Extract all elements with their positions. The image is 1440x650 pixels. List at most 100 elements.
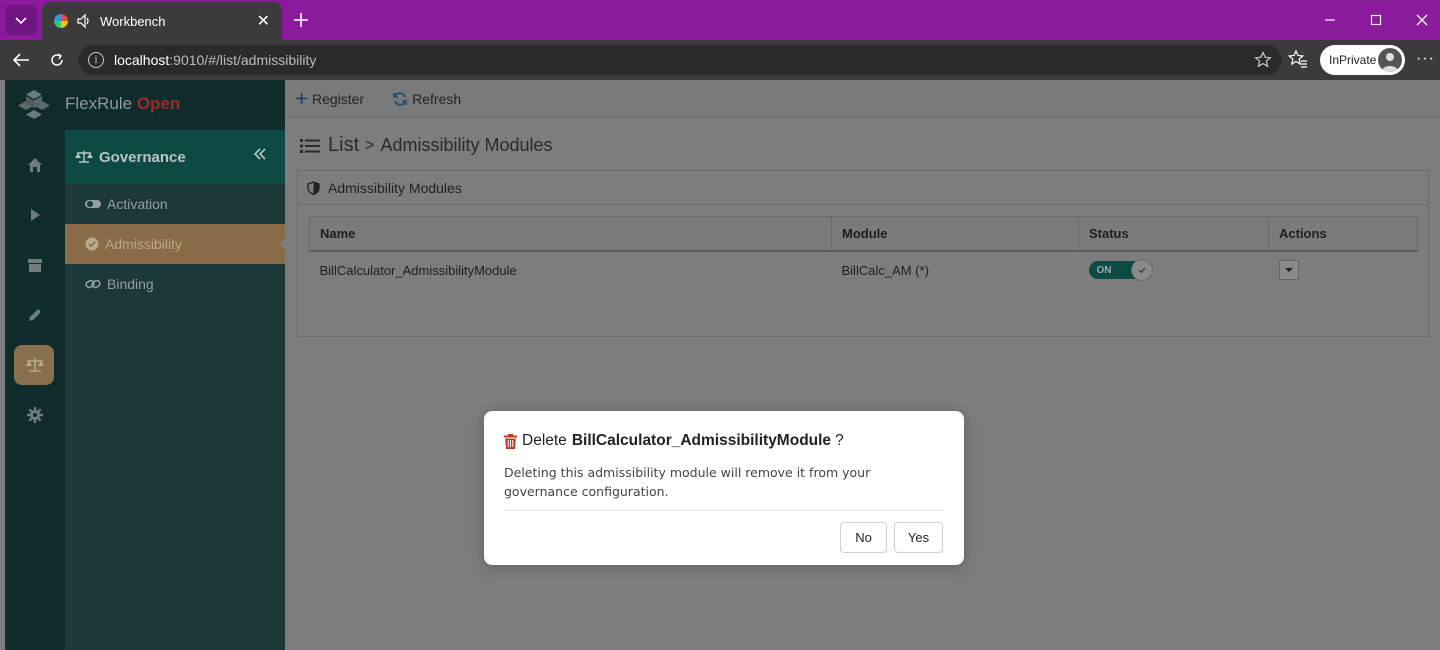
nav-run[interactable] bbox=[5, 195, 65, 235]
column-header-module[interactable]: Module bbox=[831, 216, 1079, 252]
minimize-button[interactable] bbox=[1307, 0, 1353, 40]
governance-icon bbox=[26, 358, 44, 372]
status-toggle-label: ON bbox=[1096, 264, 1112, 276]
dialog-title: Delete BillCalculator_AdmissibilityModul… bbox=[504, 432, 844, 450]
reload-icon bbox=[51, 53, 63, 66]
cell-name: BillCalculator_AdmissibilityModule bbox=[319, 262, 517, 278]
minimize-icon bbox=[1325, 19, 1335, 21]
profile-label: InPrivate bbox=[1329, 53, 1377, 67]
tab-title: Workbench bbox=[100, 13, 166, 29]
breadcrumb-current: Admissibility Modules bbox=[380, 135, 553, 155]
delete-confirmation-dialog: Delete BillCalculator_AdmissibilityModul… bbox=[484, 411, 964, 565]
trash-icon bbox=[504, 433, 517, 449]
favorite-star-icon[interactable] bbox=[1254, 51, 1272, 72]
modules-table: Name Module Status Actions BillCalculato… bbox=[309, 216, 1418, 289]
submenu-item-label: Binding bbox=[107, 276, 154, 292]
status-toggle[interactable]: ON bbox=[1088, 259, 1153, 281]
brand-accent: Open bbox=[136, 94, 181, 113]
caret-down-icon bbox=[1284, 268, 1293, 272]
close-window-button[interactable] bbox=[1399, 0, 1440, 40]
register-button[interactable]: Register bbox=[295, 91, 364, 107]
panel-header: Admissibility Modules bbox=[298, 171, 1428, 205]
chevron-down-icon bbox=[15, 17, 27, 25]
nav-archive[interactable] bbox=[5, 245, 65, 285]
archive-icon bbox=[28, 259, 42, 272]
dialog-title-target: BillCalculator_AdmissibilityModule bbox=[571, 432, 832, 449]
submenu-item-binding[interactable]: Binding bbox=[65, 264, 285, 304]
breadcrumb: List > Admissibility Modules bbox=[300, 134, 553, 157]
column-header-status[interactable]: Status bbox=[1078, 216, 1269, 252]
dialog-title-suffix: ? bbox=[835, 432, 844, 449]
close-tab-icon[interactable]: ✕ bbox=[257, 11, 270, 31]
icon-rail bbox=[5, 80, 65, 650]
dialog-title-prefix: Delete bbox=[522, 432, 567, 449]
dialog-message-line: governance configuration. bbox=[504, 484, 669, 499]
url-path: :9010/#/list/admissibility bbox=[169, 52, 317, 68]
table-row[interactable]: BillCalculator_AdmissibilityModule BillC… bbox=[310, 251, 1418, 289]
submenu-item-label: Activation bbox=[107, 196, 168, 212]
panel-title: Admissibility Modules bbox=[328, 179, 462, 196]
submenu-title: Governance bbox=[99, 148, 186, 166]
url-field[interactable]: i localhost:9010/#/list/admissibility bbox=[78, 45, 1282, 75]
flexrule-logo-icon bbox=[18, 90, 50, 119]
refresh-icon bbox=[392, 91, 408, 107]
close-icon bbox=[1416, 14, 1428, 26]
dialog-message: Deleting this admissibility module will … bbox=[504, 463, 944, 501]
more-menu-icon[interactable]: ··· bbox=[1416, 50, 1435, 68]
browser-titlebar: Workbench ✕ bbox=[0, 0, 1440, 40]
cell-module: BillCalc_AM (*) bbox=[841, 262, 929, 278]
brand-bar: FlexRule Open bbox=[5, 80, 285, 130]
maximize-icon bbox=[1370, 14, 1382, 26]
refresh-label: Refresh bbox=[412, 90, 462, 107]
refresh-button[interactable]: Refresh bbox=[392, 91, 461, 107]
nav-settings[interactable] bbox=[5, 395, 65, 435]
actions-dropdown-button[interactable] bbox=[1278, 260, 1299, 280]
dialog-message-line: Deleting this admissibility module will … bbox=[504, 465, 871, 480]
nav-governance[interactable] bbox=[5, 345, 65, 385]
modules-panel: Admissibility Modules Name Module Status… bbox=[297, 170, 1429, 337]
breadcrumb-root[interactable]: List bbox=[328, 134, 359, 157]
link-icon bbox=[85, 277, 101, 291]
new-tab-button[interactable] bbox=[290, 9, 312, 31]
reload-button[interactable] bbox=[44, 48, 70, 72]
column-header-name[interactable]: Name bbox=[309, 216, 832, 252]
no-button[interactable]: No bbox=[840, 522, 887, 553]
browser-tab[interactable]: Workbench ✕ bbox=[42, 2, 282, 40]
toggle-icon bbox=[85, 198, 101, 210]
collapse-menu-icon[interactable] bbox=[253, 147, 267, 165]
pencil-icon bbox=[29, 309, 41, 321]
yes-button[interactable]: Yes bbox=[894, 522, 943, 553]
shield-icon bbox=[307, 180, 320, 195]
tab-actions-button[interactable] bbox=[5, 5, 37, 35]
plus-icon bbox=[295, 92, 308, 105]
cell-actions bbox=[1269, 251, 1418, 289]
url-host: localhost bbox=[114, 52, 170, 68]
submenu-item-admissibility[interactable]: Admissibility bbox=[65, 224, 285, 264]
favorites-icon[interactable] bbox=[1287, 49, 1308, 74]
dialog-divider bbox=[504, 510, 944, 511]
brand-name: FlexRule Open bbox=[65, 94, 181, 113]
address-bar-row: i localhost:9010/#/list/admissibility In… bbox=[0, 40, 1440, 80]
register-label: Register bbox=[312, 90, 365, 107]
column-header-actions: Actions bbox=[1268, 216, 1418, 252]
maximize-button[interactable] bbox=[1353, 0, 1399, 40]
submenu-item-activation[interactable]: Activation bbox=[65, 184, 285, 224]
check-circle-icon bbox=[85, 237, 99, 251]
nav-edit[interactable] bbox=[5, 295, 65, 335]
balance-scale-icon bbox=[75, 150, 93, 164]
site-info-icon[interactable]: i bbox=[88, 52, 104, 68]
submenu-item-label: Admissibility bbox=[105, 236, 183, 252]
breadcrumb-separator: > bbox=[365, 136, 375, 154]
submenu-header: Governance bbox=[65, 130, 285, 184]
back-button[interactable] bbox=[8, 48, 34, 72]
inprivate-profile-button[interactable]: InPrivate bbox=[1320, 45, 1405, 75]
gear-icon bbox=[27, 407, 43, 423]
speaker-icon[interactable] bbox=[76, 13, 92, 29]
home-icon bbox=[28, 158, 42, 172]
check-icon bbox=[1130, 259, 1153, 281]
nav-home[interactable] bbox=[5, 145, 65, 185]
list-icon bbox=[300, 138, 320, 154]
table-header-row: Name Module Status Actions bbox=[309, 216, 1418, 252]
avatar-icon bbox=[1378, 48, 1402, 72]
toolbar: Register Refresh bbox=[285, 80, 1440, 118]
